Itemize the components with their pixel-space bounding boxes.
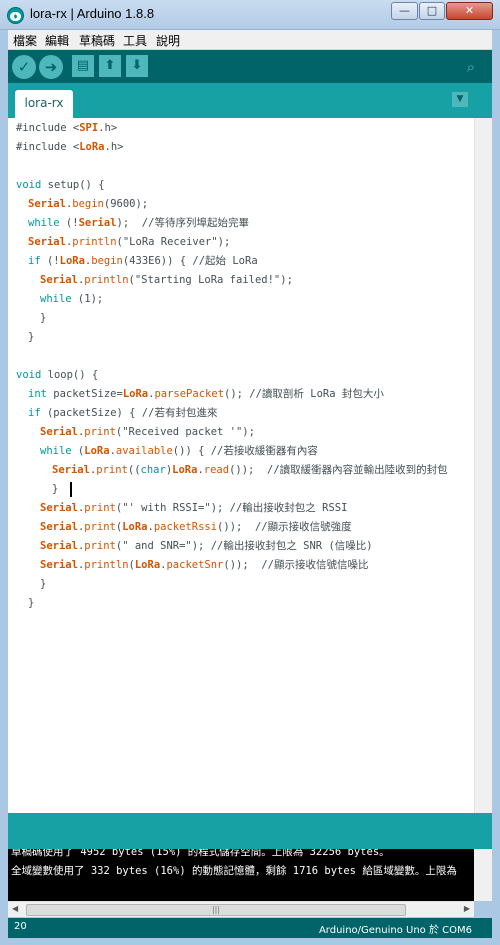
code-line: } <box>40 578 47 590</box>
maximize-button[interactable]: □ <box>419 2 445 20</box>
tab-menu-dropdown-icon[interactable]: ▼ <box>452 92 468 107</box>
code-line: } <box>28 331 35 343</box>
open-sketch-button[interactable]: ⬆ <box>99 55 121 77</box>
line-number: 20 <box>14 921 27 932</box>
console-line: 草稿碼使用了 4952 bytes (15%) 的程式儲存空間。上限為 3225… <box>11 849 390 858</box>
serial-monitor-button[interactable]: ⌕ <box>460 56 482 78</box>
code-line: Serial.print(LoRa.packetRssi()); //顯示接收信… <box>40 521 352 533</box>
window-title: lora-rx | Arduino 1.8.8 <box>30 6 155 21</box>
code-line: } <box>52 483 59 495</box>
title-bar: lora-rx | Arduino 1.8.8 — □ ✕ <box>0 0 500 30</box>
console-vertical-scrollbar[interactable] <box>474 849 492 901</box>
code-line: void setup() { <box>16 179 105 191</box>
code-line: if (packetSize) { //若有封包進來 <box>28 407 218 419</box>
menu-tools[interactable]: 工具 <box>123 32 147 49</box>
status-bar <box>8 813 492 849</box>
code-line: Serial.println("Starting LoRa failed!"); <box>40 274 293 286</box>
code-line: Serial.begin(9600); <box>28 198 149 210</box>
arduino-logo-icon <box>7 7 24 24</box>
tab-bar: lora-rx ▼ <box>8 83 492 118</box>
code-line: Serial.println(LoRa.packetSnr()); //顯示接收… <box>40 559 369 571</box>
console-line: 全域變數使用了 332 bytes (16%) 的動態記憶體，剩餘 1716 b… <box>11 865 457 877</box>
code-line: Serial.print((char)LoRa.read()); //讀取緩衝器… <box>52 464 448 476</box>
scroll-thumb[interactable]: ||| <box>26 904 406 916</box>
menu-edit[interactable]: 編輯 <box>45 32 69 49</box>
code-editor[interactable]: #include <SPI.h> #include <LoRa.h> void … <box>8 118 474 813</box>
code-line: Serial.print("' with RSSI="); //輸出接收封包之 … <box>40 502 348 514</box>
footer-bar: 20 Arduino/Genuino Uno 於 COM6 <box>8 918 492 938</box>
code-line: while (1); <box>40 293 104 305</box>
new-sketch-button[interactable]: ▤ <box>72 55 94 77</box>
menu-file[interactable]: 檔案 <box>13 32 37 49</box>
console-output[interactable]: 草稿碼使用了 4952 bytes (15%) 的程式儲存空間。上限為 3225… <box>8 849 474 901</box>
menu-sketch[interactable]: 草稿碼 <box>79 32 115 49</box>
code-line: while (LoRa.available()) { //若接收緩衝器有內容 <box>40 445 318 457</box>
code-line: #include <LoRa.h> <box>16 141 124 153</box>
code-line: if (!LoRa.begin(433E6)) { //起始 LoRa <box>28 255 258 267</box>
scroll-right-icon[interactable]: ▶ <box>464 904 470 913</box>
console-horizontal-scrollbar[interactable]: ◀ ||| ▶ <box>8 901 474 917</box>
toolbar: ✓ ➜ ▤ ⬆ ⬇ ⌕ <box>8 50 492 83</box>
close-button[interactable]: ✕ <box>446 2 493 20</box>
code-line: while (!Serial); //等待序列埠起始完畢 <box>28 217 249 229</box>
save-sketch-button[interactable]: ⬇ <box>126 55 148 77</box>
code-line: Serial.print(" and SNR="); //輸出接收封包之 SNR… <box>40 540 373 552</box>
code-line: Serial.println("LoRa Receiver"); <box>28 236 231 248</box>
minimize-button[interactable]: — <box>391 2 418 20</box>
code-line: void loop() { <box>16 369 99 381</box>
menu-help[interactable]: 說明 <box>156 32 180 49</box>
upload-button[interactable]: ➜ <box>39 55 63 79</box>
verify-button[interactable]: ✓ <box>12 55 36 79</box>
code-line: Serial.print("Received packet '"); <box>40 426 255 438</box>
menu-bar: 檔案 編輯 草稿碼 工具 說明 <box>8 30 492 50</box>
code-line: int packetSize=LoRa.parsePacket(); //讀取剖… <box>28 388 384 400</box>
board-port-info: Arduino/Genuino Uno 於 COM6 <box>318 925 472 936</box>
editor-vertical-scrollbar[interactable] <box>474 118 492 813</box>
tab-lora-rx[interactable]: lora-rx <box>15 90 73 118</box>
code-line: #include <SPI.h> <box>16 122 118 134</box>
code-line: } <box>28 597 35 609</box>
code-line: } <box>40 312 47 324</box>
text-caret <box>70 482 72 497</box>
scroll-left-icon[interactable]: ◀ <box>12 904 18 913</box>
